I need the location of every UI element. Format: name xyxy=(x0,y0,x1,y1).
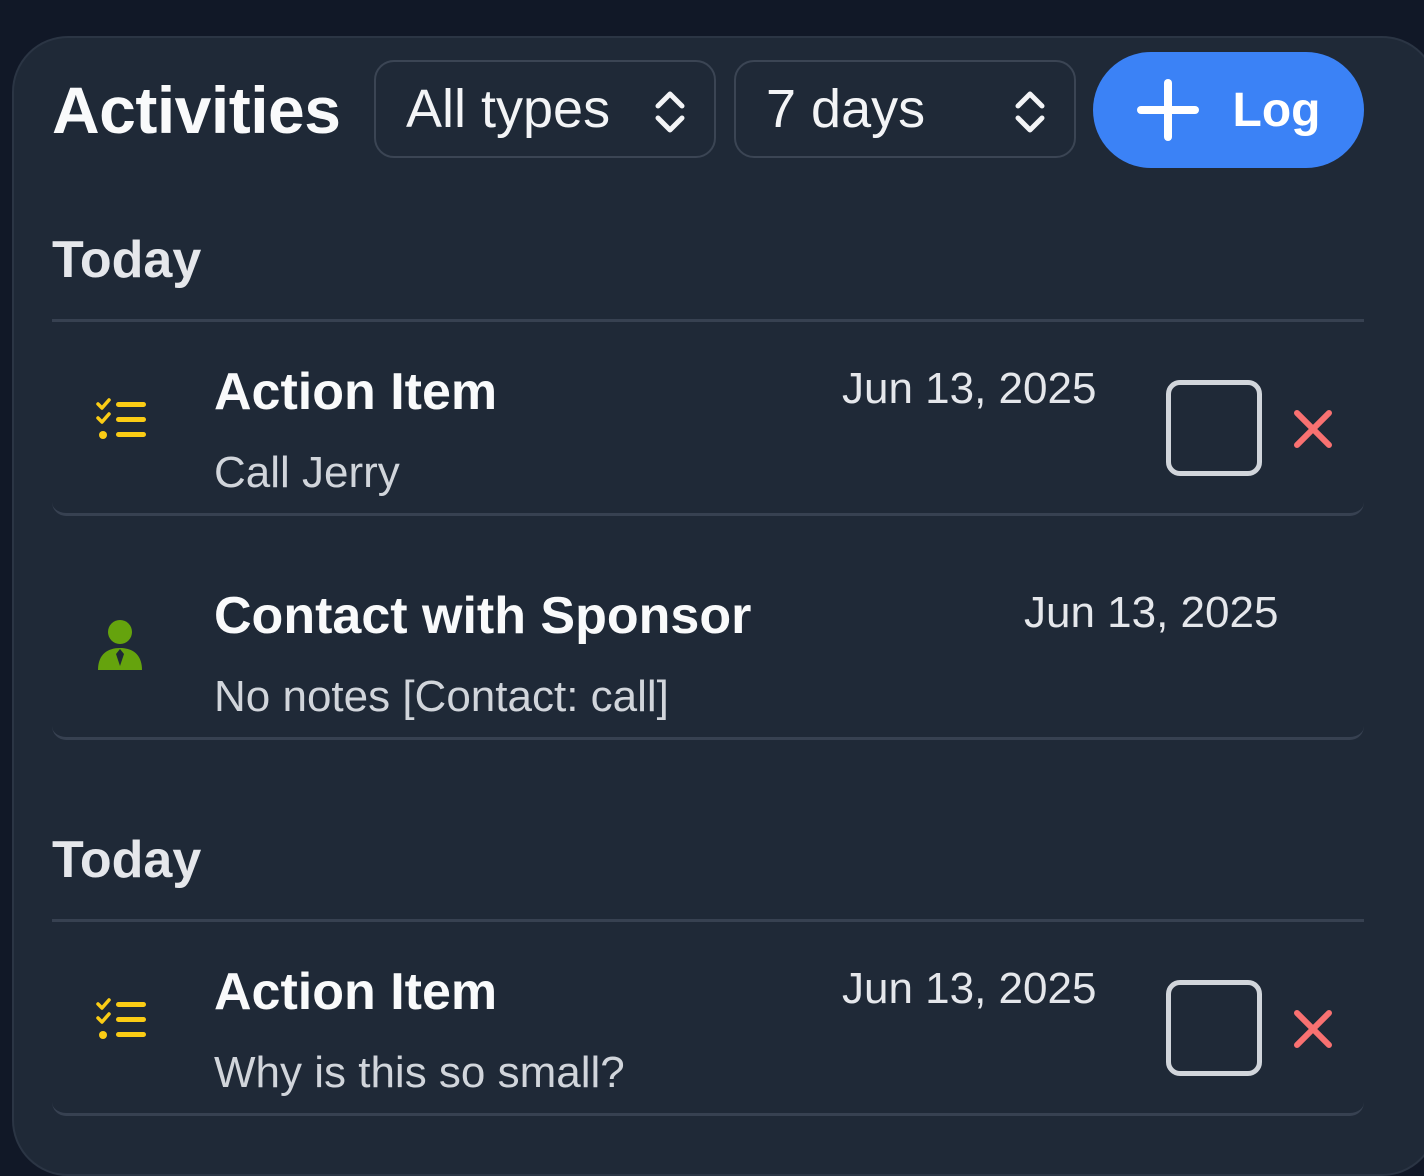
activity-title: Action Item xyxy=(214,363,498,421)
close-icon[interactable] xyxy=(1292,408,1334,450)
type-filter-select[interactable]: All types xyxy=(374,60,716,158)
activity-subtitle: Why is this so small? xyxy=(214,1048,625,1097)
activity-subtitle: Call Jerry xyxy=(214,448,400,497)
page-title: Activities xyxy=(52,73,341,147)
complete-checkbox[interactable] xyxy=(1166,980,1262,1076)
activity-item[interactable]: Action Item Why is this so small? Jun 13… xyxy=(52,940,1364,1116)
person-icon xyxy=(98,620,142,670)
activity-item[interactable]: Contact with Sponsor No notes [Contact: … xyxy=(52,564,1364,740)
section-divider xyxy=(52,319,1364,322)
complete-checkbox[interactable] xyxy=(1166,380,1262,476)
date-range-select[interactable]: 7 days xyxy=(734,60,1076,158)
activities-header: Activities All types 7 days Log xyxy=(52,52,1364,168)
checklist-icon xyxy=(96,998,146,1039)
section-heading: Today xyxy=(52,831,202,889)
activity-date: Jun 13, 2025 xyxy=(842,364,1097,413)
activity-subtitle: No notes [Contact: call] xyxy=(214,672,669,721)
date-range-value: 7 days xyxy=(766,79,926,139)
activity-item[interactable]: Action Item Call Jerry Jun 13, 2025 xyxy=(52,340,1364,516)
close-icon[interactable] xyxy=(1292,1008,1334,1050)
section-heading: Today xyxy=(52,231,202,289)
chevron-up-down-icon xyxy=(1015,91,1045,133)
log-button-label: Log xyxy=(1232,83,1321,137)
section-divider xyxy=(52,919,1364,922)
type-filter-value: All types xyxy=(406,79,611,139)
chevron-up-down-icon xyxy=(655,91,685,133)
activity-date: Jun 13, 2025 xyxy=(842,964,1097,1013)
log-activity-button[interactable]: Log xyxy=(1093,52,1364,168)
plus-icon xyxy=(1136,79,1199,141)
checklist-icon xyxy=(96,398,146,439)
activity-title: Contact with Sponsor xyxy=(214,587,752,645)
activity-date: Jun 13, 2025 xyxy=(1024,588,1279,637)
activity-title: Action Item xyxy=(214,963,498,1021)
